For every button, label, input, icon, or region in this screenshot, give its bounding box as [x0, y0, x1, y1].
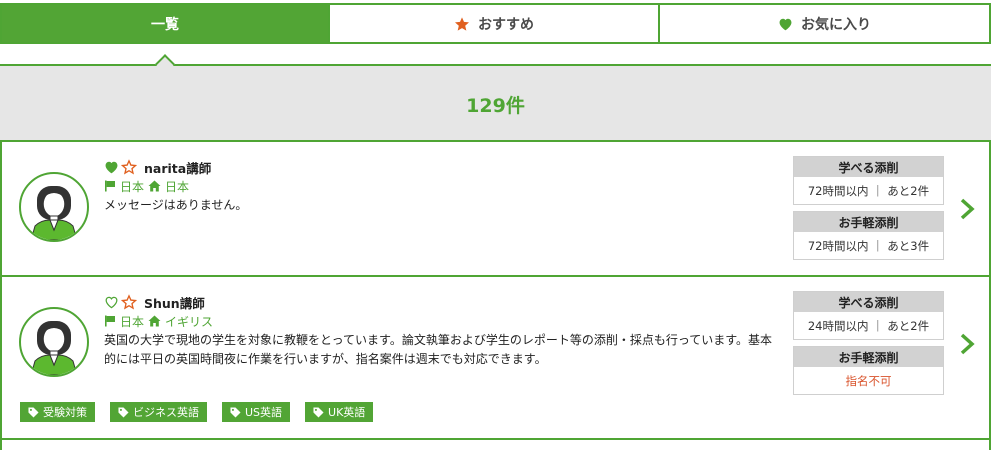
- plan-detail: 72時間以内 ｜ あと3件: [794, 232, 943, 259]
- tab-favorites-label: お気に入り: [801, 16, 871, 33]
- tab-list[interactable]: 一覧: [0, 3, 330, 44]
- plan-unavailable: 指名不可: [794, 367, 943, 394]
- plan-list: 学べる添削 72時間以内 ｜ あと2件 お手軽添削 72時間以内 ｜ あと3件: [793, 156, 944, 266]
- tab-favorites[interactable]: お気に入り: [660, 3, 991, 44]
- teacher-avatar: [19, 307, 89, 377]
- plan-box[interactable]: お手軽添削 指名不可: [793, 346, 944, 395]
- teacher-name[interactable]: Shun講師: [144, 293, 205, 312]
- tag-icon: [313, 406, 324, 418]
- tag-icon: [28, 406, 39, 418]
- chevron-right-icon[interactable]: [958, 197, 976, 221]
- tab-recommended[interactable]: おすすめ: [330, 3, 660, 44]
- teacher-card[interactable]: [0, 438, 991, 450]
- teacher-info: narita講師 日本 日本 メッセージはありません。: [104, 158, 764, 215]
- teacher-card[interactable]: narita講師 日本 日本 メッセージはありません。 学べる添削 72時間以内…: [0, 140, 991, 277]
- heart-outline-icon[interactable]: [104, 295, 119, 309]
- residence: 日本: [165, 179, 190, 194]
- teacher-info: Shun講師 日本 イギリス 英国の大学で現地の学生を対象に教鞭をとっています。…: [104, 293, 774, 369]
- heart-icon: [778, 17, 793, 31]
- plan-title: お手軽添削: [794, 212, 943, 232]
- tab-list-label: 一覧: [151, 16, 179, 33]
- tab-recommended-label: おすすめ: [478, 16, 534, 33]
- star-outline-icon[interactable]: [121, 159, 137, 175]
- tag-label: ビジネス英語: [133, 406, 199, 419]
- teacher-message: メッセージはありません。: [104, 198, 248, 212]
- star-outline-icon[interactable]: [121, 294, 137, 310]
- tab-divider: [0, 64, 991, 66]
- plan-title: 学べる添削: [794, 292, 943, 312]
- tag-label: 受験対策: [43, 406, 87, 419]
- plan-detail: 24時間以内 ｜ あと2件: [794, 312, 943, 339]
- flag-icon: [104, 315, 116, 327]
- tag[interactable]: 受験対策: [20, 402, 95, 422]
- plan-list: 学べる添削 24時間以内 ｜ あと2件 お手軽添削 指名不可: [793, 291, 944, 401]
- plan-box[interactable]: 学べる添削 24時間以内 ｜ あと2件: [793, 291, 944, 340]
- flag-icon: [104, 180, 116, 192]
- star-icon: [454, 16, 470, 32]
- plan-box[interactable]: 学べる添削 72時間以内 ｜ あと2件: [793, 156, 944, 205]
- tag-label: UK英語: [328, 406, 366, 419]
- teacher-message: 英国の大学で現地の学生を対象に教鞭をとっています。論文執筆および学生のレポート等…: [104, 333, 773, 366]
- heart-filled-icon[interactable]: [104, 160, 119, 174]
- tag[interactable]: ビジネス英語: [110, 402, 207, 422]
- nationality: 日本: [120, 314, 145, 329]
- tag-icon: [230, 406, 241, 418]
- tag-list: 受験対策 ビジネス英語 US英語 UK英語: [20, 402, 374, 422]
- home-icon: [148, 315, 161, 327]
- result-count: 129件: [466, 95, 525, 117]
- tag-icon: [118, 406, 129, 418]
- plan-box[interactable]: お手軽添削 72時間以内 ｜ あと3件: [793, 211, 944, 260]
- teacher-name[interactable]: narita講師: [144, 158, 211, 177]
- home-icon: [148, 180, 161, 192]
- tag[interactable]: US英語: [222, 402, 291, 422]
- teacher-card[interactable]: Shun講師 日本 イギリス 英国の大学で現地の学生を対象に教鞭をとっています。…: [0, 275, 991, 440]
- tag-label: US英語: [245, 406, 283, 419]
- tag[interactable]: UK英語: [305, 402, 374, 422]
- teacher-avatar: [19, 172, 89, 242]
- residence: イギリス: [165, 314, 214, 329]
- plan-title: お手軽添削: [794, 347, 943, 367]
- nationality: 日本: [120, 179, 145, 194]
- result-count-band: 129件: [0, 66, 991, 140]
- tab-bar: 一覧 おすすめ お気に入り: [0, 3, 991, 44]
- plan-title: 学べる添削: [794, 157, 943, 177]
- chevron-right-icon[interactable]: [958, 332, 976, 356]
- plan-detail: 72時間以内 ｜ あと2件: [794, 177, 943, 204]
